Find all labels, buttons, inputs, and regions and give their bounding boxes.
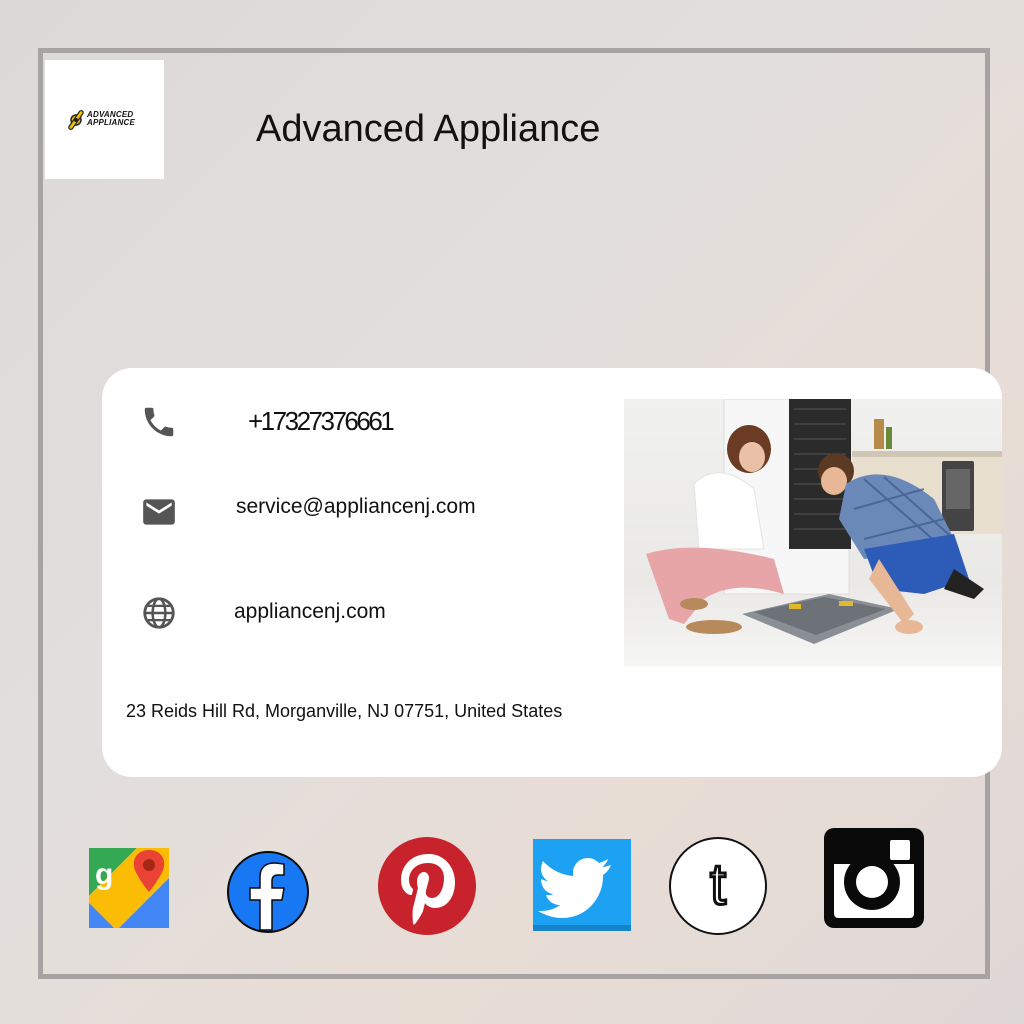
company-logo: ADVANCED APPLIANCE: [45, 60, 164, 179]
phone-icon: [144, 407, 174, 437]
twitter-icon[interactable]: [533, 839, 631, 931]
contact-card: +17327376661 service@appliancenj.com app…: [102, 368, 1002, 777]
google-maps-icon[interactable]: g: [89, 848, 169, 928]
logo-text-line2: APPLIANCE: [87, 118, 136, 127]
facebook-icon[interactable]: [226, 848, 310, 936]
instagram-icon[interactable]: [824, 828, 924, 928]
pinterest-icon[interactable]: [377, 836, 477, 936]
tumblr-icon[interactable]: t: [668, 836, 768, 936]
website-link[interactable]: appliancenj.com: [234, 600, 386, 624]
wrench-logo-icon: [68, 110, 84, 130]
email-icon: [143, 499, 175, 525]
svg-text:t: t: [710, 852, 726, 917]
phone-number[interactable]: +17327376661: [248, 406, 395, 437]
globe-icon: [143, 597, 175, 629]
svg-text:g: g: [95, 858, 113, 891]
street-address: 23 Reids Hill Rd, Morganville, NJ 07751,…: [126, 701, 563, 721]
email-address[interactable]: service@appliancenj.com: [236, 495, 476, 519]
technicians-photo: [624, 399, 1002, 666]
business-title: Advanced Appliance: [256, 108, 601, 150]
